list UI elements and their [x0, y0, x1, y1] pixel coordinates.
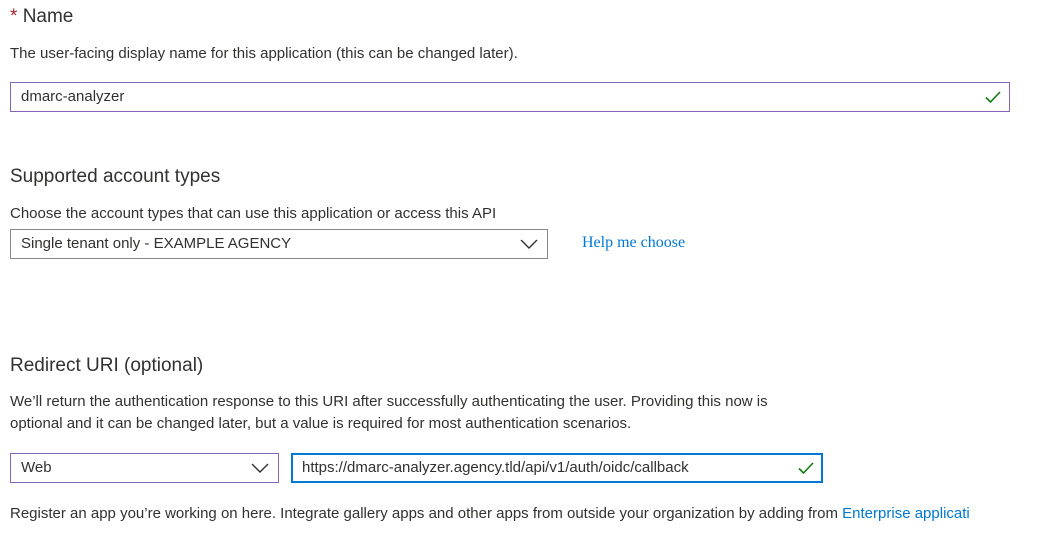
name-input-value: dmarc-analyzer: [21, 88, 125, 105]
enterprise-applications-link[interactable]: Enterprise applicati: [842, 505, 970, 522]
chevron-down-icon: [250, 454, 270, 482]
platform-selected: Web: [21, 459, 52, 476]
required-marker: *: [10, 6, 18, 27]
platform-dropdown[interactable]: Web: [10, 453, 279, 483]
name-description: The user-facing display name for this ap…: [10, 45, 518, 62]
redirect-uri-description-line2: optional and it can be changed later, bu…: [10, 415, 632, 432]
account-types-description: Choose the account types that can use th…: [10, 205, 497, 222]
check-icon: [983, 83, 1003, 111]
name-input[interactable]: dmarc-analyzer: [10, 82, 1010, 112]
name-heading-label: Name: [22, 6, 74, 27]
redirect-uri-heading: Redirect URI (optional): [10, 355, 204, 376]
account-types-heading: Supported account types: [10, 166, 221, 187]
footer-description: Register an app you’re working on here. …: [10, 505, 838, 522]
redirect-uri-description-line1: We’ll return the authentication response…: [10, 393, 768, 410]
redirect-uri-input[interactable]: https://dmarc-analyzer.agency.tld/api/v1…: [291, 453, 823, 483]
chevron-down-icon: [519, 230, 539, 258]
name-heading: * Name: [10, 6, 73, 28]
footer-text: Register an app you’re working on here. …: [10, 503, 970, 525]
account-type-dropdown[interactable]: Single tenant only - EXAMPLE AGENCY: [10, 229, 548, 259]
redirect-uri-value: https://dmarc-analyzer.agency.tld/api/v1…: [302, 459, 689, 476]
account-type-selected: Single tenant only - EXAMPLE AGENCY: [21, 235, 292, 252]
app-registration-form: * Name The user-facing display name for …: [0, 0, 1051, 539]
help-me-choose-link[interactable]: Help me choose: [582, 234, 685, 252]
check-icon: [796, 455, 816, 481]
